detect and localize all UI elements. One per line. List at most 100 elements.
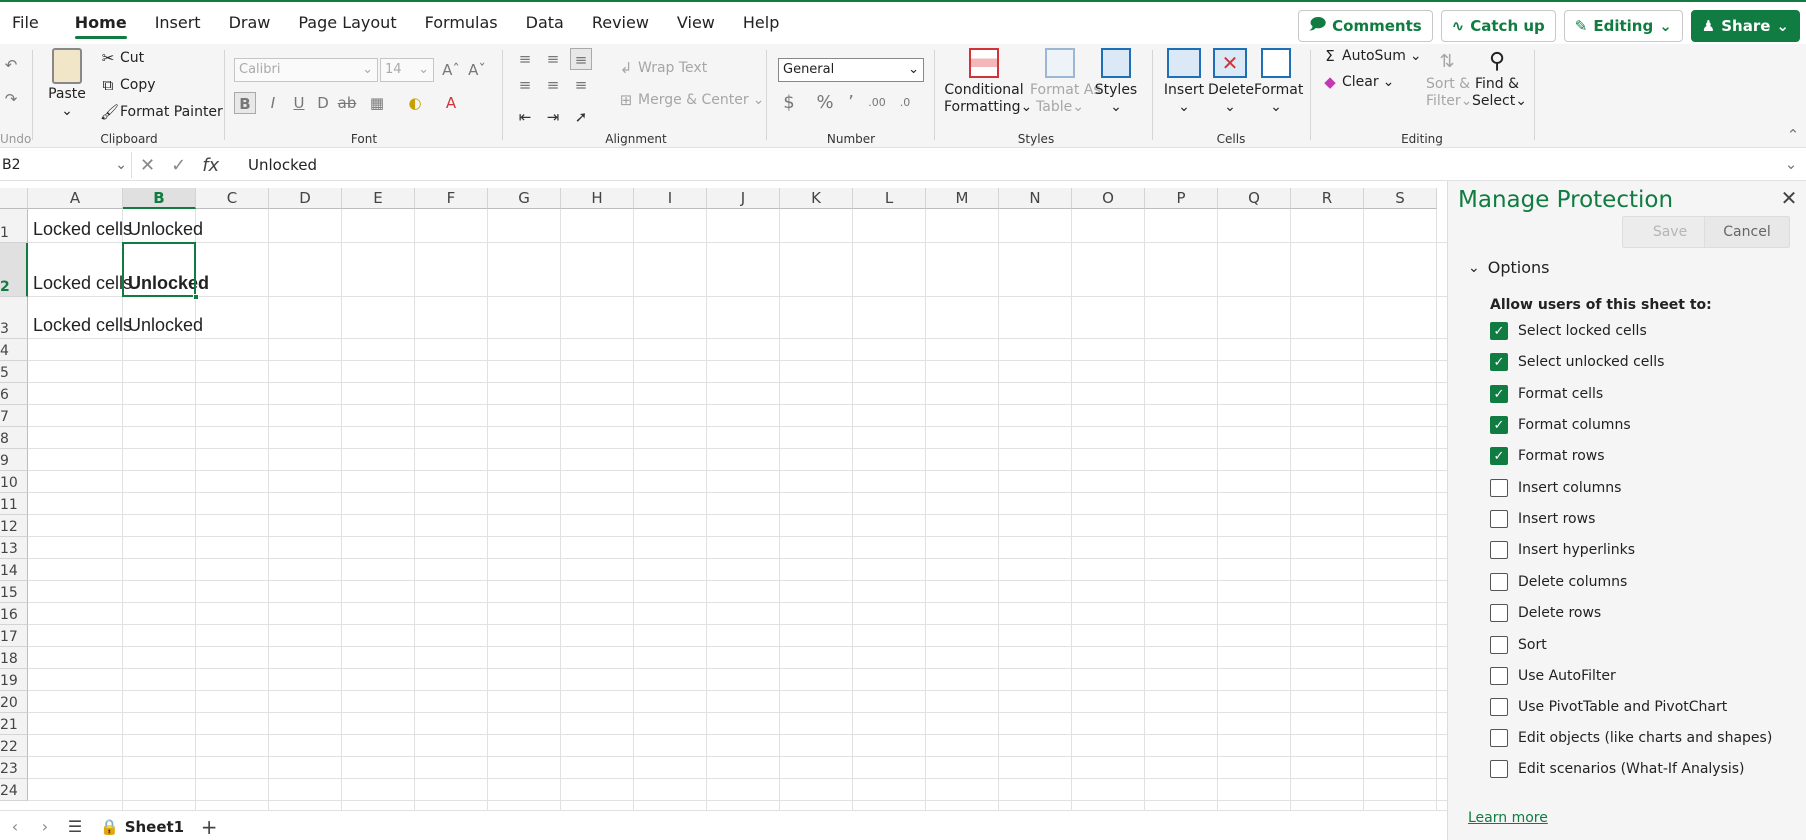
row-header-9[interactable]: 9 [0, 449, 28, 471]
checkbox[interactable] [1490, 604, 1508, 622]
checkbox[interactable] [1490, 698, 1508, 716]
name-box[interactable]: B2 ⌄ [0, 152, 132, 178]
undo-icon[interactable]: ↶ [0, 54, 22, 76]
row-header-2[interactable]: 2 [0, 243, 28, 297]
column-header-g[interactable]: G [488, 188, 561, 209]
option-delete-columns[interactable]: Delete columns [1490, 570, 1627, 594]
close-icon[interactable]: ✕ [1778, 187, 1800, 209]
insert-cells-button[interactable]: Insert ⌄ [1162, 48, 1206, 116]
font-size-select[interactable]: 14 ⌄ [380, 58, 434, 82]
checkbox[interactable] [1490, 510, 1508, 528]
column-header-s[interactable]: S [1364, 188, 1437, 209]
align-right-icon[interactable]: ≡ [570, 74, 592, 96]
format-as-table-button[interactable]: Format As Table⌄ [1030, 48, 1101, 116]
decrease-indent-icon[interactable]: ⇤ [514, 106, 536, 128]
find-select-button[interactable]: ⚲ Find & Select⌄ [1472, 48, 1527, 110]
checkbox[interactable]: ✓ [1490, 385, 1508, 403]
checkbox[interactable]: ✓ [1490, 353, 1508, 371]
option-select-unlocked-cells[interactable]: ✓ Select unlocked cells [1490, 350, 1664, 374]
add-sheet-icon[interactable]: + [194, 815, 224, 839]
learn-more-link[interactable]: Learn more [1468, 810, 1548, 826]
redo-icon[interactable]: ↷ [0, 88, 22, 110]
option-delete-rows[interactable]: Delete rows [1490, 601, 1601, 625]
comma-style-icon[interactable]: ’ [840, 92, 862, 114]
option-use-autofilter[interactable]: Use AutoFilter [1490, 664, 1616, 688]
column-header-c[interactable]: C [196, 188, 269, 209]
bold-icon[interactable]: B [234, 92, 256, 114]
tab-page-layout[interactable]: Page Layout [284, 4, 410, 42]
option-format-rows[interactable]: ✓ Format rows [1490, 444, 1605, 468]
row-header-6[interactable]: 6 [0, 383, 28, 405]
checkbox[interactable] [1490, 667, 1508, 685]
checkbox[interactable] [1490, 479, 1508, 497]
font-color-icon[interactable]: A [440, 92, 462, 114]
checkbox[interactable] [1490, 636, 1508, 654]
currency-icon[interactable]: $ [778, 92, 800, 114]
select-all-corner[interactable] [0, 188, 28, 209]
wrap-text-button[interactable]: ↲ Wrap Text [618, 60, 708, 76]
align-left-icon[interactable]: ≡ [514, 74, 536, 96]
option-edit-scenarios-what-if-analysis[interactable]: Edit scenarios (What-If Analysis) [1490, 757, 1745, 781]
row-header-13[interactable]: 13 [0, 537, 28, 559]
tab-home[interactable]: Home [61, 4, 141, 42]
percent-icon[interactable]: % [814, 92, 836, 114]
column-header-q[interactable]: Q [1218, 188, 1291, 209]
row-header-4[interactable]: 4 [0, 339, 28, 361]
autosum-button[interactable]: Σ AutoSum ⌄ [1322, 48, 1421, 64]
orientation-icon[interactable]: ➚ [570, 106, 592, 128]
cell-a3[interactable]: Locked cells [28, 297, 132, 339]
row-header-1[interactable]: 1 [0, 209, 28, 243]
tab-view[interactable]: View [663, 4, 729, 42]
column-header-i[interactable]: I [634, 188, 707, 209]
confirm-entry-icon[interactable]: ✓ [171, 155, 186, 176]
option-insert-rows[interactable]: Insert rows [1490, 507, 1595, 531]
cancel-entry-icon[interactable]: ✕ [140, 155, 155, 176]
column-header-n[interactable]: N [999, 188, 1072, 209]
prev-sheet-icon[interactable]: ‹ [0, 817, 30, 836]
options-toggle[interactable]: ⌄ Options [1468, 258, 1549, 277]
row-header-11[interactable]: 11 [0, 493, 28, 515]
column-header-e[interactable]: E [342, 188, 415, 209]
option-insert-hyperlinks[interactable]: Insert hyperlinks [1490, 538, 1635, 562]
tab-formulas[interactable]: Formulas [411, 4, 512, 42]
tab-draw[interactable]: Draw [215, 4, 285, 42]
row-header-5[interactable]: 5 [0, 361, 28, 383]
row-header-24[interactable]: 24 [0, 779, 28, 801]
decrease-font-icon[interactable]: Aˇ [466, 59, 488, 81]
tab-data[interactable]: Data [512, 4, 578, 42]
column-header-f[interactable]: F [415, 188, 488, 209]
cell-styles-button[interactable]: Styles ⌄ [1094, 48, 1138, 116]
increase-font-icon[interactable]: Aˆ [440, 59, 462, 81]
align-middle-icon[interactable]: ≡ [542, 48, 564, 70]
column-header-l[interactable]: L [853, 188, 926, 209]
fill-handle[interactable] [193, 294, 199, 300]
formula-input[interactable]: Unlocked [248, 152, 317, 178]
option-edit-objects-like-charts-and-shapes[interactable]: Edit objects (like charts and shapes) [1490, 726, 1772, 750]
column-header-b[interactable]: B [123, 188, 196, 209]
option-select-locked-cells[interactable]: ✓ Select locked cells [1490, 319, 1647, 343]
function-icon[interactable]: fx [202, 155, 219, 176]
expand-formula-icon[interactable]: ⌄ [1780, 153, 1802, 175]
all-sheets-icon[interactable]: ☰ [60, 817, 90, 836]
paste-button[interactable]: Paste ⌄ [44, 48, 90, 120]
checkbox[interactable]: ✓ [1490, 447, 1508, 465]
column-header-p[interactable]: P [1145, 188, 1218, 209]
conditional-formatting-button[interactable]: Conditional Formatting⌄ [944, 48, 1032, 116]
option-sort[interactable]: Sort [1490, 633, 1547, 657]
column-header-j[interactable]: J [707, 188, 780, 209]
clear-button[interactable]: ◆ Clear ⌄ [1322, 74, 1394, 90]
tab-review[interactable]: Review [578, 4, 663, 42]
cell-a2[interactable]: Locked cells [28, 243, 132, 297]
format-cells-button[interactable]: Format ⌄ [1254, 48, 1303, 116]
row-header-3[interactable]: 3 [0, 297, 28, 339]
row-header-19[interactable]: 19 [0, 669, 28, 691]
row-header-14[interactable]: 14 [0, 559, 28, 581]
collapse-ribbon-icon[interactable]: ⌃ [1782, 124, 1804, 146]
checkbox[interactable] [1490, 729, 1508, 747]
row-header-20[interactable]: 20 [0, 691, 28, 713]
font-name-select[interactable]: Calibri ⌄ [234, 58, 378, 82]
cut-button[interactable]: ✂ Cut [100, 50, 144, 66]
checkbox[interactable]: ✓ [1490, 322, 1508, 340]
option-format-cells[interactable]: ✓ Format cells [1490, 382, 1603, 406]
option-insert-columns[interactable]: Insert columns [1490, 476, 1621, 500]
